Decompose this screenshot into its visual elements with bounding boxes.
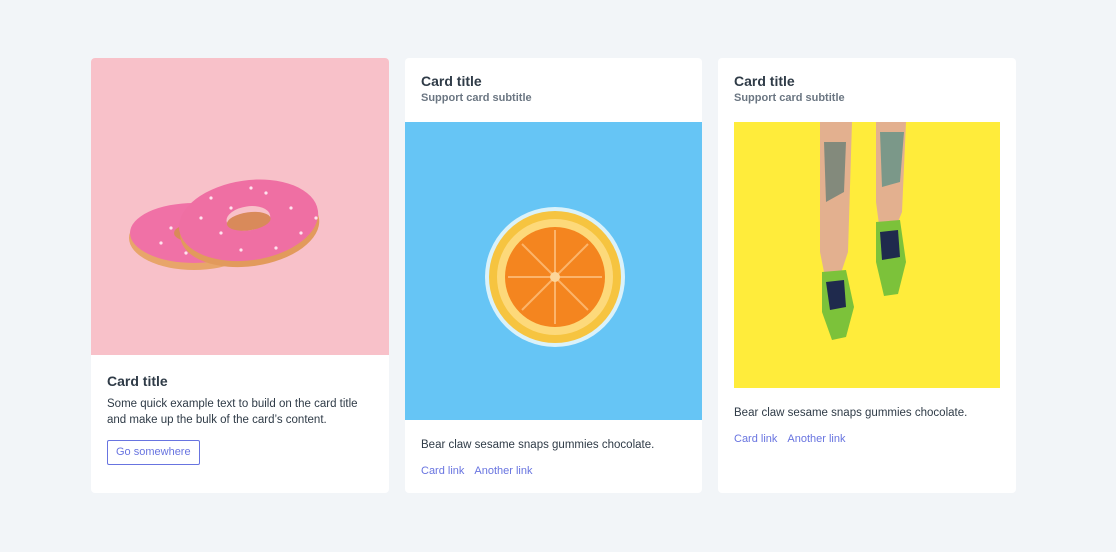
card-text: Some quick example text to build on the … (107, 398, 358, 426)
another-link[interactable]: Another link (474, 465, 532, 477)
another-link[interactable]: Another link (787, 433, 845, 445)
card-link[interactable]: Card link (734, 433, 777, 445)
card-sneakers: Card title Support card subtitle Bear cl… (718, 58, 1016, 493)
card-orange: Card title Support card subtitle Bear cl… (405, 58, 702, 493)
card-link[interactable]: Card link (421, 465, 464, 477)
go-somewhere-button[interactable]: Go somewhere (107, 440, 200, 465)
card-subtitle: Support card subtitle (421, 92, 532, 104)
card-title: Card title (734, 73, 795, 89)
card-text: Bear claw sesame snaps gummies chocolate… (421, 439, 655, 451)
orange-slice-in-glass-image (405, 122, 702, 420)
card-text: Bear claw sesame snaps gummies chocolate… (734, 407, 968, 419)
legs-green-sneakers-image (734, 122, 1000, 388)
pink-donuts-image (91, 58, 389, 355)
card-title: Card title (421, 73, 482, 89)
card-donuts: Card title Some quick example text to bu… (91, 58, 389, 493)
card-title: Card title (107, 373, 168, 389)
card-subtitle: Support card subtitle (734, 92, 845, 104)
